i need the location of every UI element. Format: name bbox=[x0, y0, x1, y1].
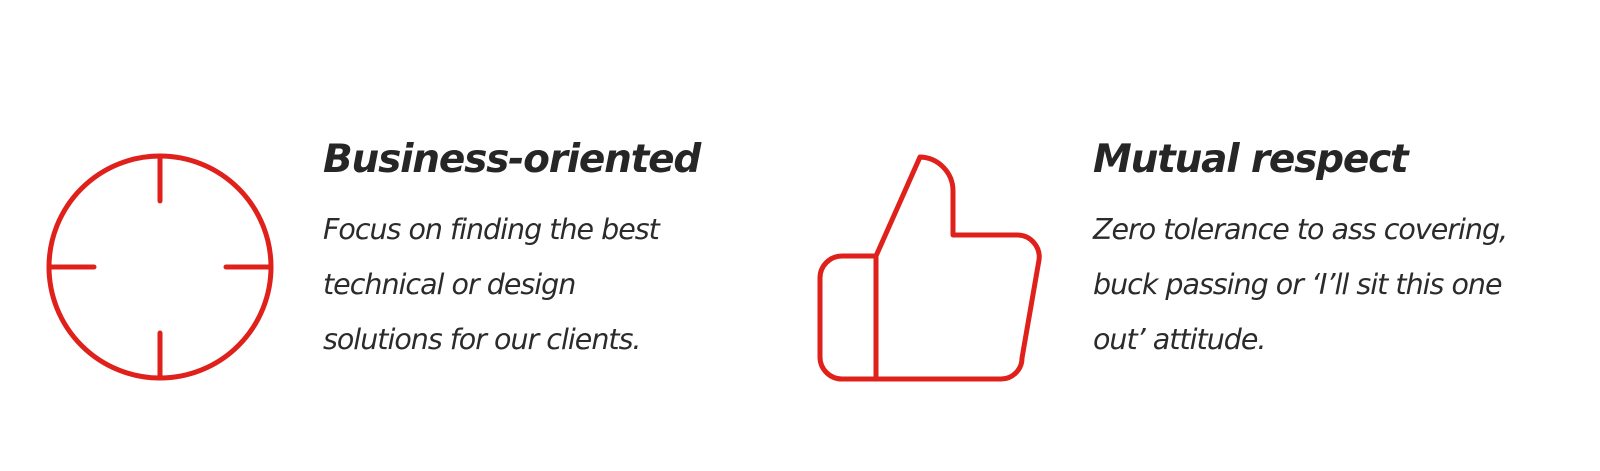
feature-mutual-respect: Mutual respect Zero tolerance to ass cov… bbox=[800, 0, 1600, 471]
feature-text: Business-oriented Focus on finding the b… bbox=[323, 136, 743, 367]
feature-description: Focus on finding the best technical or d… bbox=[323, 202, 743, 367]
description-line: buck passing or ‘I’ll sit this one bbox=[1093, 268, 1503, 301]
description-line: solutions for our clients. bbox=[323, 323, 641, 356]
feature-business-oriented: Business-oriented Focus on finding the b… bbox=[0, 0, 800, 471]
feature-title: Mutual respect bbox=[1093, 137, 1409, 182]
crosshair-target-icon bbox=[46, 153, 274, 381]
thumbs-up-icon bbox=[817, 154, 1043, 382]
feature-text: Mutual respect Zero tolerance to ass cov… bbox=[1093, 136, 1563, 367]
description-line: technical or design bbox=[323, 268, 576, 301]
description-line: Zero tolerance to ass covering, bbox=[1093, 213, 1508, 246]
feature-description: Zero tolerance to ass covering, buck pas… bbox=[1093, 202, 1563, 367]
description-line: Focus on finding the best bbox=[323, 213, 660, 246]
feature-title: Business-oriented bbox=[323, 137, 701, 182]
description-line: out’ attitude. bbox=[1093, 323, 1266, 356]
